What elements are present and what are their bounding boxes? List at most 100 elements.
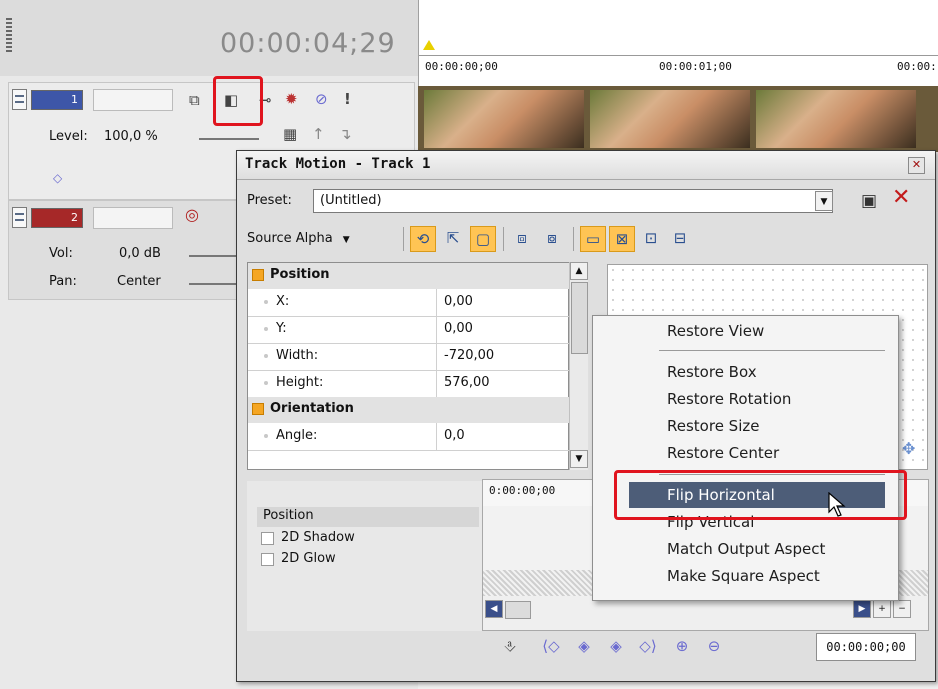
scroll-down-icon[interactable]: ▼: [570, 450, 588, 468]
menu-item-restore-center[interactable]: Restore Center: [595, 440, 893, 466]
rotate-tool-button[interactable]: ⟲: [410, 226, 436, 252]
property-row-angle[interactable]: Angle: 0,0: [248, 423, 570, 451]
no-entry-icon[interactable]: ⊘: [315, 90, 328, 108]
lock-x-button[interactable]: ⧈: [509, 226, 535, 252]
menu-item-match-output-aspect[interactable]: Match Output Aspect: [595, 536, 893, 562]
cursor-marker[interactable]: [423, 40, 435, 50]
track-row-position[interactable]: Position: [257, 507, 479, 527]
preset-value: (Untitled): [320, 193, 382, 208]
h-scroll-thumb[interactable]: [505, 601, 531, 619]
group-title: Position: [270, 267, 330, 282]
3d-box-button[interactable]: ▢: [470, 226, 496, 252]
highlight-box-flip-horizontal: [614, 470, 907, 520]
preset-label: Preset:: [247, 193, 292, 208]
grip-handle[interactable]: [6, 18, 12, 54]
column-divider: [436, 316, 437, 343]
scroll-up-icon[interactable]: ▲: [570, 262, 588, 280]
vol-slider[interactable]: [189, 255, 239, 257]
cursor-timecode[interactable]: 00:00:00;00: [816, 633, 916, 661]
property-row-x[interactable]: X: 0,00: [248, 289, 570, 317]
lock-y-button[interactable]: ⧇: [539, 226, 565, 252]
first-keyframe-icon[interactable]: ⟨◇: [540, 635, 562, 657]
group-header-position[interactable]: Position: [248, 263, 570, 289]
level-slider[interactable]: [199, 138, 259, 140]
effects-icon[interactable]: ▦: [283, 125, 297, 143]
track-label: 2D Shadow: [281, 530, 355, 545]
zoom-out-icon[interactable]: −: [893, 600, 911, 618]
move-cross-icon[interactable]: ✥: [902, 439, 915, 458]
zoom-in-icon[interactable]: +: [873, 600, 891, 618]
timecode-display: 00:00:04;29: [220, 28, 396, 59]
chevron-down-icon[interactable]: ▼: [815, 191, 833, 211]
record-icon[interactable]: ◎: [185, 206, 199, 224]
menu-item-restore-rotation[interactable]: Restore Rotation: [595, 386, 893, 412]
property-value[interactable]: 0,00: [444, 321, 473, 336]
track-row-2d-shadow[interactable]: 2D Shadow: [257, 529, 479, 549]
property-key: Y:: [276, 321, 287, 336]
save-icon[interactable]: ▣: [861, 192, 877, 210]
track-name-field[interactable]: [93, 89, 173, 111]
property-key: Angle:: [276, 428, 318, 443]
track-name-field[interactable]: [93, 207, 173, 229]
preset-select[interactable]: (Untitled): [313, 189, 833, 213]
delete-preset-icon[interactable]: ✕: [892, 187, 910, 209]
prevent-x-button[interactable]: ⊡: [638, 226, 664, 252]
arrow-up-icon[interactable]: ↑: [312, 125, 325, 143]
collapse-icon[interactable]: [252, 269, 264, 281]
close-icon[interactable]: ✕: [908, 157, 925, 174]
ruler-line: [419, 55, 938, 56]
exclamation-icon[interactable]: !: [344, 90, 351, 108]
menu-item-make-square-aspect[interactable]: Make Square Aspect: [595, 563, 893, 589]
property-value[interactable]: 0,00: [444, 294, 473, 309]
property-row-width[interactable]: Width: -720,00: [248, 343, 570, 371]
gear-icon[interactable]: ✹: [285, 90, 298, 108]
track-row-2d-glow[interactable]: 2D Glow: [257, 550, 479, 570]
prev-keyframe-icon[interactable]: ◈: [573, 635, 595, 657]
delete-keyframe-icon[interactable]: ⊖: [703, 635, 725, 657]
scroll-right-icon[interactable]: ▶: [853, 600, 871, 618]
sync-cursor-icon[interactable]: ⎀: [499, 635, 521, 657]
collapse-icon[interactable]: [252, 403, 264, 415]
source-alpha-dropdown[interactable]: Source Alpha ▼: [247, 231, 350, 246]
select-tool-button[interactable]: ⇱: [440, 226, 466, 252]
video-frame: [424, 90, 584, 148]
property-grid-scrollbar[interactable]: ▲ ▼: [569, 262, 588, 470]
ruler-label: 00:00:00;00: [425, 60, 498, 73]
property-value[interactable]: 0,0: [444, 428, 465, 443]
video-thumbnails[interactable]: [418, 86, 938, 152]
scroll-left-icon[interactable]: ◀: [485, 600, 503, 618]
menu-item-restore-size[interactable]: Restore Size: [595, 413, 893, 439]
expand-icon[interactable]: ◇: [53, 169, 62, 187]
prevent-movement-button[interactable]: ⊠: [609, 226, 635, 252]
property-key: X:: [276, 294, 290, 309]
edit-in-object-space-button[interactable]: ▭: [580, 226, 606, 252]
timeline-ruler[interactable]: 00:00:00;00 00:00:01;00 00:00:: [418, 0, 938, 86]
checkbox[interactable]: [261, 553, 274, 566]
dialog-title-bar[interactable]: Track Motion - Track 1 ✕: [237, 151, 935, 180]
scroll-thumb[interactable]: [571, 282, 588, 354]
bullet: [264, 434, 268, 438]
property-value[interactable]: -720,00: [444, 348, 494, 363]
property-grid: Position X: 0,00 Y: 0,00 Width: -720,00 …: [247, 262, 570, 470]
source-alpha-label: Source Alpha: [247, 231, 333, 246]
bullet: [264, 354, 268, 358]
checkbox[interactable]: [261, 532, 274, 545]
menu-item-restore-view[interactable]: Restore View: [595, 318, 893, 344]
prevent-y-button[interactable]: ⊟: [667, 226, 693, 252]
arrow-down-icon[interactable]: ↴: [339, 125, 352, 143]
next-keyframe-icon[interactable]: ◈: [605, 635, 627, 657]
property-row-y[interactable]: Y: 0,00: [248, 316, 570, 344]
pan-slider[interactable]: [189, 283, 239, 285]
add-keyframe-icon[interactable]: ⊕: [671, 635, 693, 657]
collapse-icon[interactable]: [12, 89, 27, 110]
track-number: 2: [31, 208, 83, 228]
collapse-icon[interactable]: [12, 207, 27, 228]
property-value[interactable]: 576,00: [444, 375, 490, 390]
composite-mode-icon[interactable]: ⧉: [189, 91, 200, 109]
last-keyframe-icon[interactable]: ◇⟩: [637, 635, 659, 657]
menu-item-restore-box[interactable]: Restore Box: [595, 359, 893, 385]
property-row-height[interactable]: Height: 576,00: [248, 370, 570, 398]
track-header-top: 00:00:04;29: [0, 0, 418, 77]
group-header-orientation[interactable]: Orientation: [248, 397, 570, 423]
vol-label: Vol:: [49, 246, 73, 261]
